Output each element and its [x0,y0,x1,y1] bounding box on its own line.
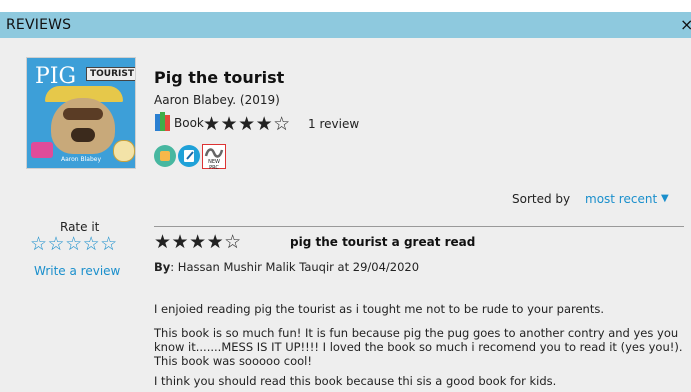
header-title: REVIEWS [6,17,72,33]
review-rating-stars: ★★★★☆ [154,231,242,253]
new-prc-icon[interactable]: NEW PRC [202,144,226,171]
cover-camera-shape [31,142,53,158]
sort-dropdown[interactable]: most recent [585,192,657,206]
cover-pug-face [51,98,115,154]
review-paragraph: This book is so much fun! It is fun beca… [154,326,683,368]
book-title: Pig the tourist [154,68,285,87]
pencil-icon[interactable] [178,145,200,167]
review-paragraph: I think you should read this book becaus… [154,374,557,388]
review-count[interactable]: 1 review [308,117,359,131]
books-icon[interactable] [154,145,176,167]
rate-stars-input[interactable]: ☆☆☆☆☆ [30,233,118,255]
reviews-header: REVIEWS × [0,12,691,38]
write-review-link[interactable]: Write a review [34,264,120,278]
book-format-icon [155,112,170,131]
review-title: pig the tourist a great read [290,235,476,249]
book-rating-stars: ★★★★☆ [203,113,291,135]
cover-author: Aaron Blabey [61,156,102,163]
review-divider [154,226,684,227]
book-cover-image: PIG TOURIST Aaron Blabey [26,57,136,169]
reviews-panel: REVIEWS × PIG TOURIST Aaron Blabey Pig t… [0,12,691,392]
reviewer-info: : Hassan Mushir Malik Tauqir at 29/04/20… [170,260,420,274]
review-paragraph: I enjoied reading pig the tourist as i t… [154,302,604,316]
book-author-year: Aaron Blabey. (2019) [154,93,280,107]
chevron-down-icon[interactable]: ▼ [661,193,669,204]
cover-medal-icon [113,140,135,162]
rate-it-label: Rate it [60,220,100,234]
new-prc-label: NEW PRC [208,159,220,171]
close-icon[interactable]: × [680,15,691,34]
by-label: By [154,260,171,274]
book-format-label: Book [174,116,204,130]
cover-tourist-word: TOURIST [86,67,135,81]
review-byline: By: Hassan Mushir Malik Tauqir at 29/04/… [154,260,419,274]
sort-label: Sorted by [512,192,571,206]
